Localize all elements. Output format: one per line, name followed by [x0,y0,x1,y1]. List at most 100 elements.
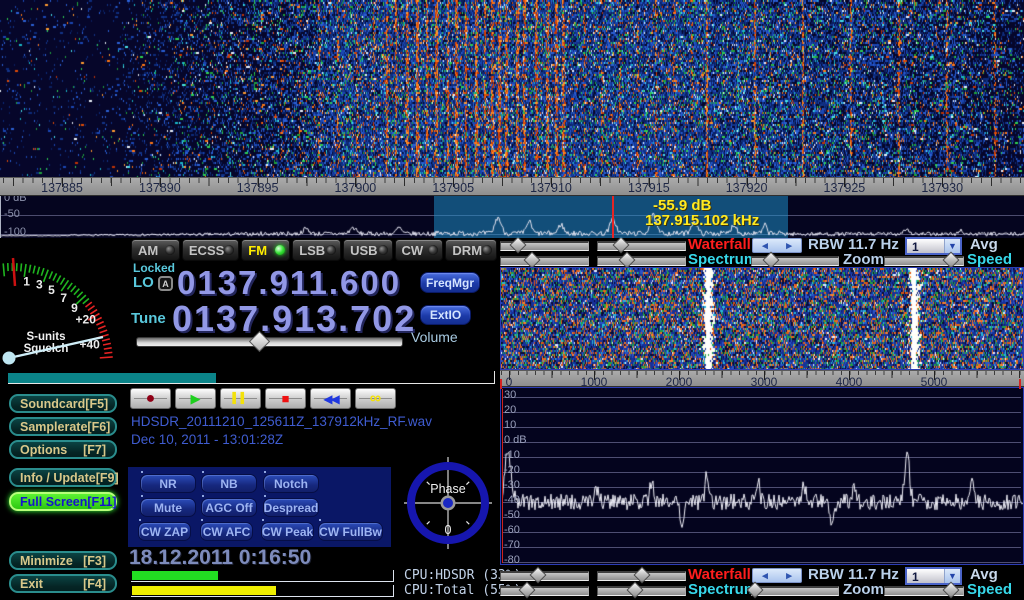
mode-button-am[interactable]: AM [131,239,180,261]
lo-frequency-display[interactable]: 0137.911.600 [177,264,401,302]
af-spectrum-panel[interactable]: 3020100 dB-10-20-30-40-50-60-70-80 [500,387,1024,565]
menu-button-key: [F7] [83,443,106,457]
smeter-scale-number: 5 [48,283,55,297]
record-button[interactable]: ● [130,388,171,409]
play-button[interactable]: ▶ [175,388,216,409]
af-frequency-ruler[interactable]: 010002000300040005000 [500,370,1024,387]
speed-slider-top[interactable] [884,256,964,266]
menu-button-key: [F4] [83,577,106,591]
dsp-button-mute[interactable]: Mute [140,498,196,517]
freq-tick-label: 137925 [824,181,866,195]
spectrum-offset-slider-bottom[interactable] [597,586,686,596]
lo-lock-button[interactable]: A [158,276,173,291]
freq-tick-label: 137915 [628,181,670,195]
arrow-right-icon[interactable]: ▸ [786,239,792,252]
dsp-button-cw-peak[interactable]: CW Peak [261,522,314,541]
waterfall-contrast-slider-top[interactable] [597,241,686,251]
menu-button-info-update[interactable]: Info / Update[F9] [9,468,117,487]
slider-thumb[interactable] [762,252,779,269]
dsp-button-despread[interactable]: Despread [263,498,319,517]
menu-button-exit[interactable]: Exit[F4] [9,574,117,593]
af-tick-label: 1000 [581,375,608,387]
af-db-scale-label: -30 [504,479,520,491]
slider-thumb[interactable] [524,252,541,269]
signal-level-fill [8,373,216,383]
dsp-button-cw-fullbw[interactable]: CW FullBw [318,522,383,541]
slider-thumb[interactable] [626,582,643,599]
spectrum-range-slider-top[interactable] [500,256,589,266]
spectrum-offset-slider-top[interactable] [597,256,686,266]
waterfall-brightness-slider-bottom[interactable] [500,571,589,581]
chevron-down-icon[interactable]: ▼ [944,239,960,253]
rf-db-scale-label: -50 [4,208,20,220]
freq-tick-label: 137930 [921,181,963,195]
arrow-left-icon[interactable]: ◂ [762,239,768,252]
af-waterfall-display[interactable] [501,268,1023,369]
menu-button-label: Soundcard [20,397,85,411]
rf-spectrum-display[interactable]: 0 dB-50-100 -55.9 dB 137.915.102 kHz [0,196,1024,238]
freq-tick-label: 137890 [139,181,181,195]
avg-value: 1 [907,239,944,253]
waterfall-contrast-slider-bottom[interactable] [597,571,686,581]
mode-button-drm[interactable]: DRM [445,239,497,261]
dsp-button-cw-zap[interactable]: CW ZAP [138,522,191,541]
mode-button-row: AM ECSS FMLSBUSBCW DRM [131,239,497,261]
avg-dropdown-top[interactable]: 1 ▼ [905,237,962,255]
loop-icon: ∞ [370,391,381,407]
menu-button-samplerate[interactable]: Samplerate[F6] [9,417,117,436]
af-waterfall-panel[interactable] [500,267,1024,370]
dsp-button-cw-afc[interactable]: CW AFC [200,522,253,541]
slider-thumb[interactable] [529,567,546,584]
dsp-button-notch[interactable]: Notch [263,474,319,493]
rf-waterfall-display[interactable] [0,0,1024,177]
rf-frequency-ruler[interactable]: 1378851378901378951379001379051379101379… [0,177,1024,196]
menu-button-minimize[interactable]: Minimize[F3] [9,551,117,570]
slider-thumb[interactable] [510,237,527,254]
chevron-down-icon[interactable]: ▼ [944,569,960,583]
pause-button[interactable]: ▌▌ [220,388,261,409]
zoom-slider-bottom[interactable] [751,586,839,596]
slider-thumb[interactable] [633,567,650,584]
mode-button-label: ECSS [189,243,224,258]
loop-button[interactable]: ∞ [355,388,396,409]
waterfall-brightness-slider-top[interactable] [500,241,589,251]
mode-button-label: DRM [452,243,482,258]
mode-button-fm[interactable]: FM [241,239,290,261]
mode-button-ecss[interactable]: ECSS [182,239,239,261]
mode-button-cw[interactable]: CW [395,239,444,261]
signal-level-bar[interactable] [8,371,495,384]
freq-tick-label: 137920 [726,181,768,195]
volume-slider[interactable] [136,337,403,347]
dsp-button-nr[interactable]: NR [140,474,196,493]
slider-thumb[interactable] [618,252,635,269]
zoom-slider-top[interactable] [751,256,839,266]
menu-button-options[interactable]: Options[F7] [9,440,117,459]
spectrum-range-slider-bottom[interactable] [500,586,589,596]
waterfall-scroll-control-top[interactable]: ◂▸ [752,238,802,253]
arrow-right-icon[interactable]: ▸ [786,569,792,582]
volume-label: Volume [411,329,458,345]
menu-button-soundcard[interactable]: Soundcard[F5] [9,394,117,413]
dsp-button-agc-off[interactable]: AGC Off [201,498,257,517]
squelch-marker[interactable] [13,258,15,286]
dsp-button-nb[interactable]: NB [201,474,257,493]
phase-dot [443,498,453,508]
freqmgr-button[interactable]: FreqMgr [420,272,480,293]
waterfall-scroll-control-bottom[interactable]: ◂▸ [752,568,802,583]
mode-button-usb[interactable]: USB [343,239,392,261]
speed-slider-bottom[interactable] [884,586,964,596]
smeter-scale-number: +20 [76,313,97,327]
rewind-button[interactable]: ◀◀ [310,388,351,409]
stop-button[interactable]: ■ [265,388,306,409]
menu-button-label: Samplerate [20,420,87,434]
arrow-left-icon[interactable]: ◂ [762,569,768,582]
mode-led [428,245,438,255]
af-db-scale-label: 30 [504,389,516,401]
tune-frequency-display[interactable]: 0137.913.702 [172,298,416,340]
mode-button-lsb[interactable]: LSB [292,239,341,261]
avg-dropdown-bottom[interactable]: 1 ▼ [905,567,962,585]
extio-button[interactable]: ExtIO [420,305,471,325]
smeter-scale-number: 3 [36,278,43,292]
hdsdr-window: 1378851378901378951379001379051379101379… [0,0,1024,600]
menu-button-full-screen[interactable]: Full Screen[F11] [9,492,117,511]
